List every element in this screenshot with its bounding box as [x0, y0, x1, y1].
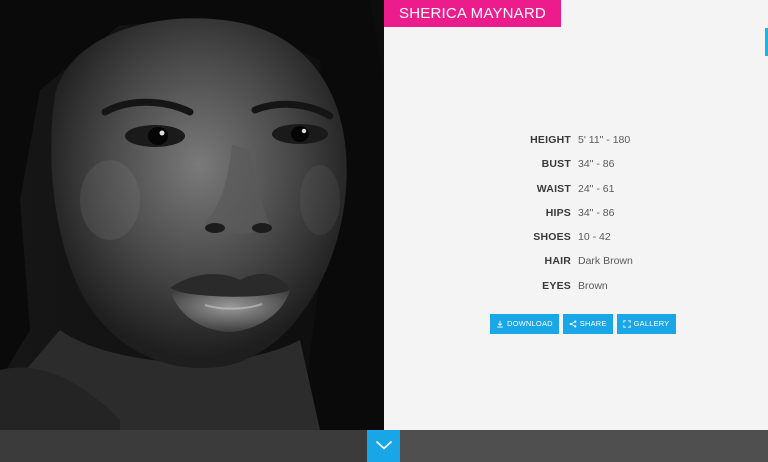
stat-value: 5' 11" - 180 — [578, 134, 631, 146]
stat-row-height: HEIGHT 5' 11" - 180 — [384, 131, 768, 155]
stat-row-hips: HIPS 34" - 86 — [384, 204, 768, 228]
stat-row-bust: BUST 34" - 86 — [384, 155, 768, 179]
stat-row-hair: HAIR Dark Brown — [384, 252, 768, 276]
download-icon — [496, 320, 504, 328]
stat-row-shoes: SHOES 10 - 42 — [384, 228, 768, 252]
stat-label: SHOES — [533, 231, 571, 244]
gallery-label: GALLERY — [633, 319, 670, 328]
stat-label: BUST — [541, 158, 571, 171]
download-label: DOWNLOAD — [507, 319, 553, 328]
share-button[interactable]: SHARE — [562, 314, 613, 334]
expand-icon — [622, 320, 631, 328]
chevron-down-icon — [375, 437, 393, 455]
stat-value: 34" - 86 — [578, 158, 615, 171]
stat-row-eyes: EYES Brown — [384, 277, 768, 301]
model-info-panel: SHERICA MAYNARD HEIGHT 5' 11" - 180 BUST… — [384, 0, 768, 430]
stat-label: HAIR — [544, 255, 571, 268]
stat-value: Dark Brown — [578, 255, 633, 268]
download-button[interactable]: DOWNLOAD — [490, 314, 559, 334]
stat-label: WAIST — [536, 182, 571, 195]
share-icon — [569, 320, 577, 328]
bottom-bar-left — [0, 430, 384, 462]
model-name-tag: SHERICA MAYNARD — [384, 0, 561, 27]
stat-row-waist: WAIST 24" - 61 — [384, 180, 768, 204]
stat-value: 10 - 42 — [578, 231, 611, 244]
gallery-button[interactable]: GALLERY — [616, 314, 676, 334]
stat-value: 34" - 86 — [578, 206, 615, 219]
model-portrait-photo — [0, 0, 384, 430]
stat-value: 24" - 61 — [578, 182, 615, 195]
stat-value: Brown — [578, 279, 608, 292]
action-buttons: DOWNLOAD SHARE GALLERY — [490, 314, 676, 334]
stat-label: HEIGHT — [530, 134, 571, 146]
model-profile-page: SHERICA MAYNARD HEIGHT 5' 11" - 180 BUST… — [0, 0, 768, 462]
model-stats-list: HEIGHT 5' 11" - 180 BUST 34" - 86 WAIST … — [384, 131, 768, 301]
share-label: SHARE — [579, 319, 607, 328]
scroll-down-button[interactable] — [367, 430, 400, 462]
stat-label: HIPS — [545, 206, 571, 219]
stat-label: EYES — [542, 279, 571, 292]
